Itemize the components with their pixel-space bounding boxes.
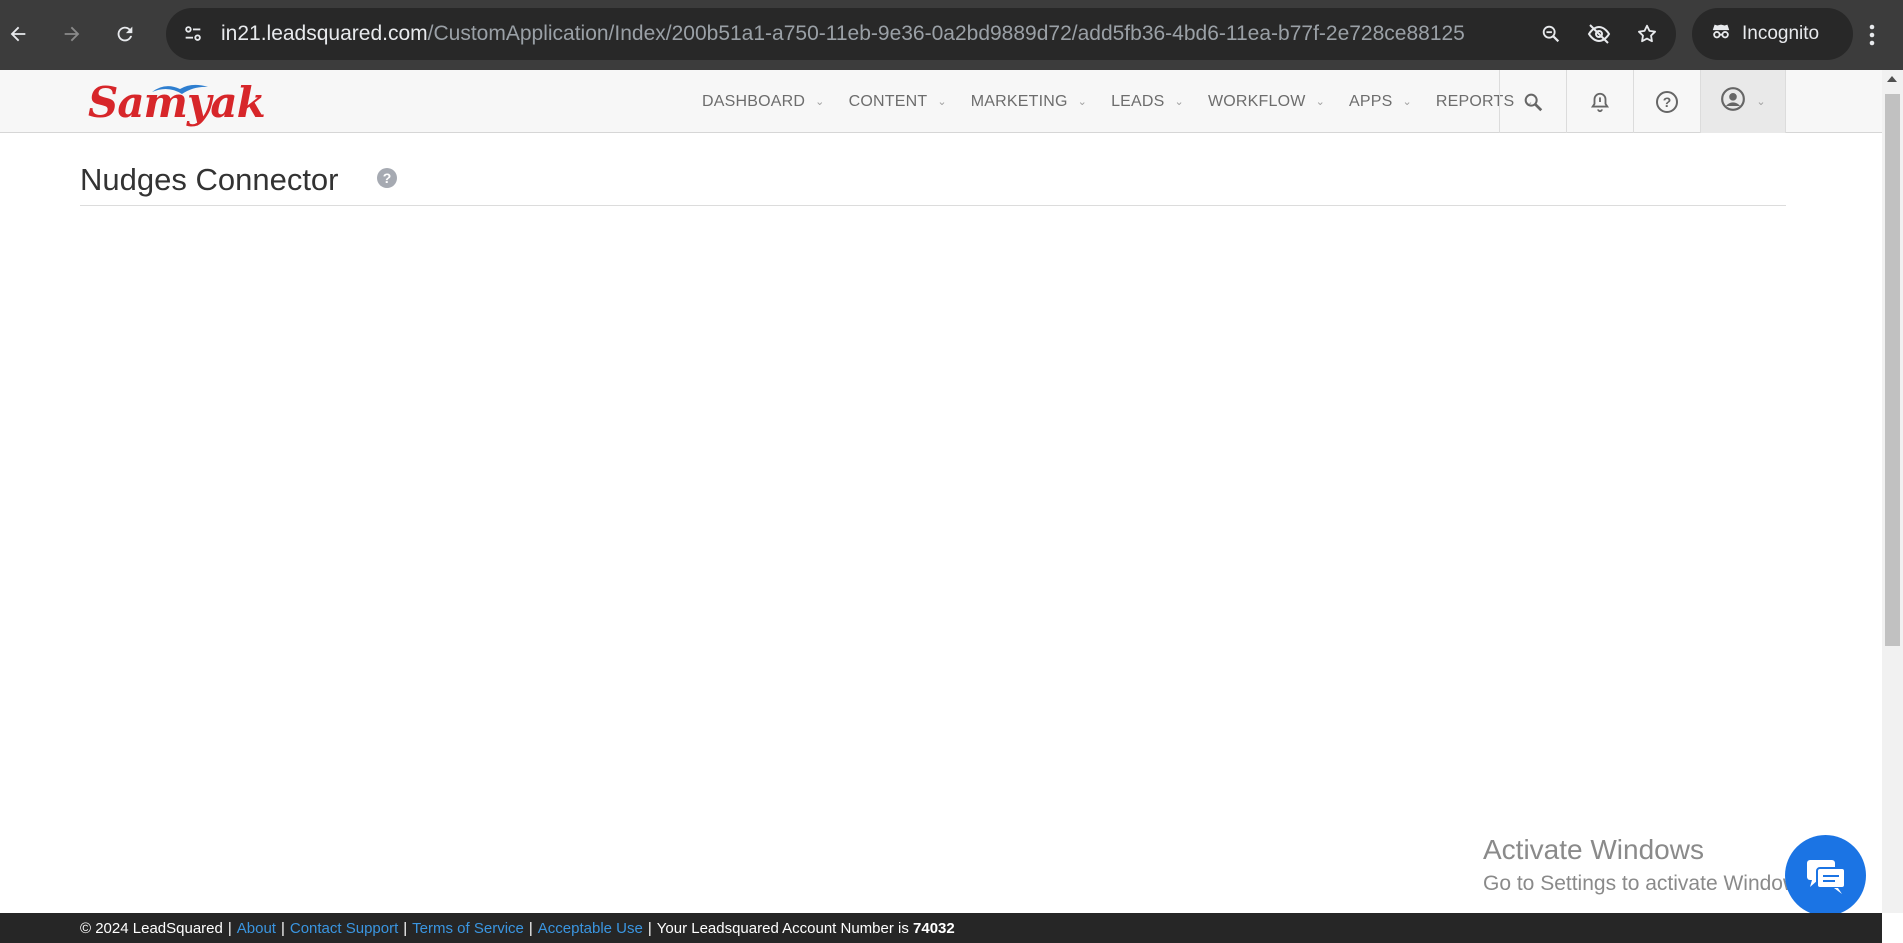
nav-label: WORKFLOW — [1207, 92, 1306, 110]
url-host: in21.leadsquared.com — [221, 22, 428, 45]
footer-account-text: Your Leadsquared Account Number is — [656, 919, 909, 937]
chevron-down-icon: ⌄ — [815, 96, 825, 108]
footer-separator: | — [528, 919, 533, 937]
header-icon-bar: ? ⌄ — [1499, 70, 1786, 133]
nav-dashboard[interactable]: DASHBOARD ⌄ — [690, 70, 837, 133]
reload-icon[interactable] — [107, 16, 143, 52]
zoom-icon[interactable] — [1536, 19, 1566, 49]
star-icon[interactable] — [1632, 19, 1662, 49]
page-header: Nudges Connector ? — [80, 155, 1786, 206]
chevron-down-icon: ⌄ — [1402, 96, 1412, 108]
help-icon[interactable]: ? — [1633, 70, 1700, 133]
page-title: Nudges Connector — [80, 162, 339, 197]
footer-account-number: 74032 — [913, 919, 955, 937]
footer: © 2024 LeadSquared | About | Contact Sup… — [0, 913, 1882, 943]
chat-button[interactable] — [1785, 835, 1866, 916]
footer-separator: | — [227, 919, 232, 937]
footer-link-contact-support[interactable]: Contact Support — [290, 920, 398, 937]
chevron-down-icon: ⌄ — [1077, 96, 1088, 108]
user-menu[interactable]: ⌄ — [1700, 70, 1786, 133]
nav-label: LEADS — [1111, 92, 1165, 110]
search-icon[interactable] — [1499, 70, 1566, 133]
forward-arrow-icon[interactable] — [54, 16, 90, 52]
nav-apps[interactable]: APPS ⌄ — [1337, 70, 1424, 133]
nav-label: APPS — [1348, 92, 1393, 110]
user-icon — [1720, 86, 1746, 117]
footer-link-about[interactable]: About — [237, 920, 276, 937]
footer-link-terms[interactable]: Terms of Service — [412, 920, 524, 937]
chevron-down-icon: ⌄ — [1756, 96, 1766, 108]
url-path: /CustomApplication/Index/200b51a1-a750-1… — [427, 22, 1465, 45]
footer-separator: | — [647, 919, 652, 937]
nav-workflow[interactable]: WORKFLOW ⌄ — [1196, 70, 1337, 133]
app-header: Samyak DASHBOARD ⌄ CONTENT ⌄ MARKETING ⌄ LE… — [0, 70, 1882, 133]
svg-text:?: ? — [1663, 94, 1672, 110]
incognito-indicator[interactable]: Incognito — [1692, 8, 1853, 60]
scroll-up-arrow-icon[interactable] — [1887, 76, 1897, 82]
chevron-down-icon: ⌄ — [937, 96, 947, 108]
nav-marketing[interactable]: MARKETING ⌄ — [959, 70, 1099, 133]
chat-icon — [1806, 859, 1846, 894]
footer-copyright: © 2024 LeadSquared — [80, 919, 223, 937]
address-bar[interactable]: in21.leadsquared.com/CustomApplication/I… — [166, 8, 1676, 60]
watermark-subtitle: Go to Settings to activate Windows. — [1483, 872, 1815, 895]
windows-activation-watermark: Activate Windows Go to Settings to activ… — [1483, 834, 1815, 896]
footer-link-acceptable-use[interactable]: Acceptable Use — [538, 920, 643, 937]
watermark-title: Activate Windows — [1483, 834, 1704, 865]
footer-separator: | — [280, 919, 285, 937]
help-badge-icon[interactable]: ? — [377, 168, 397, 188]
nav-label: MARKETING — [970, 92, 1068, 110]
bell-icon[interactable] — [1566, 70, 1633, 133]
eye-off-icon[interactable] — [1584, 19, 1614, 49]
browser-toolbar: in21.leadsquared.com/CustomApplication/I… — [0, 0, 1903, 70]
scrollbar[interactable] — [1882, 70, 1903, 913]
chevron-down-icon: ⌄ — [1315, 96, 1325, 108]
incognito-label: Incognito — [1742, 23, 1820, 44]
nav-label: DASHBOARD — [702, 92, 806, 110]
nav-leads[interactable]: LEADS ⌄ — [1099, 70, 1196, 133]
back-arrow-icon[interactable] — [0, 16, 36, 52]
nav-label: CONTENT — [848, 92, 928, 110]
footer-separator: | — [403, 919, 408, 937]
logo-bird-icon — [152, 84, 208, 94]
main-nav: DASHBOARD ⌄ CONTENT ⌄ MARKETING ⌄ LEADS ⌄ WO… — [690, 70, 1546, 133]
chevron-down-icon: ⌄ — [1174, 96, 1184, 108]
scrollbar-thumb[interactable] — [1885, 94, 1900, 646]
more-vert-icon[interactable] — [1860, 18, 1884, 52]
url-text: in21.leadsquared.com/CustomApplication/I… — [221, 22, 1465, 46]
site-info-icon[interactable] — [176, 17, 210, 51]
incognito-icon — [1710, 20, 1732, 48]
nav-content[interactable]: CONTENT ⌄ — [837, 70, 959, 133]
